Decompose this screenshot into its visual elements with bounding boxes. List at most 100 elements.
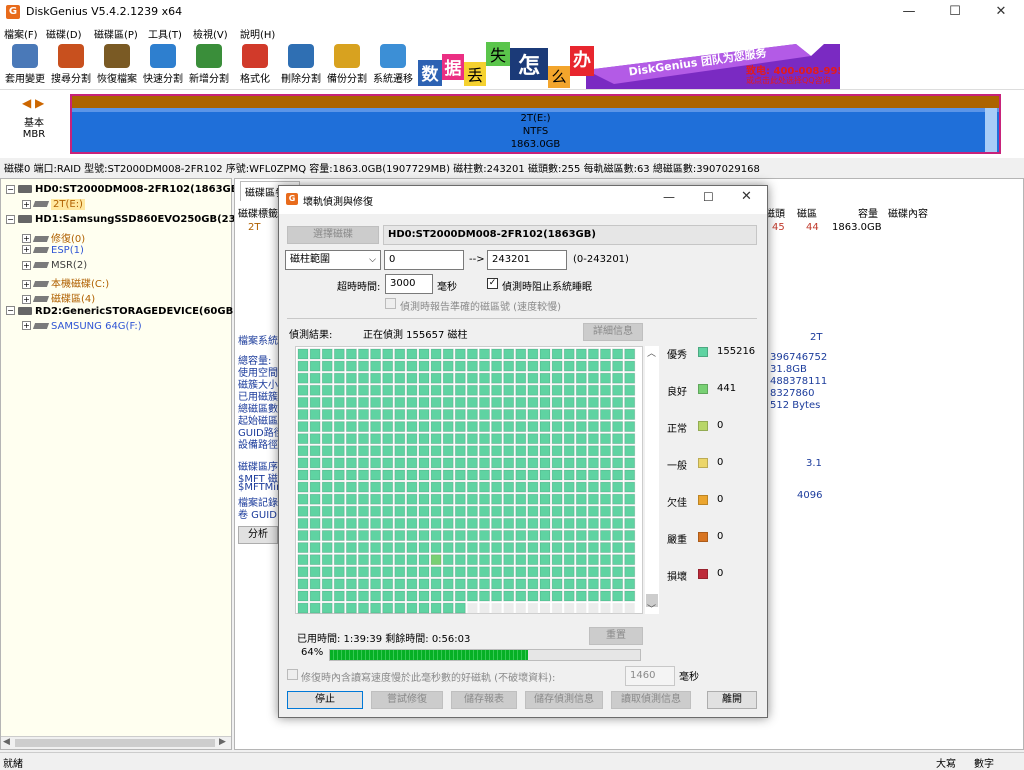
disk-nav-arrows[interactable]: ◀ ▶ (22, 96, 44, 110)
toolbar-button-new-partition[interactable]: 新增分割 (186, 44, 232, 88)
scanned-cell (382, 566, 394, 578)
grid-scrollbar[interactable]: ︿ ﹀ (645, 346, 659, 615)
toolbar-button-backup[interactable]: 備份分割 (324, 44, 370, 88)
toolbar-button-migrate[interactable]: 系統遷移 (370, 44, 416, 88)
pending-cell (479, 603, 490, 614)
partition-label: 2T(E:) NTFS 1863.0GB (510, 113, 561, 150)
promo-banner[interactable]: 数 据 丢 失 怎 么 办 DiskGenius 团队为您服务 致电: 400-… (416, 42, 840, 89)
save-scan-info-button[interactable]: 儲存偵測信息 (525, 691, 603, 709)
scanned-cell (394, 554, 406, 566)
legend-count: 441 (717, 383, 737, 394)
toolbar-button-recover[interactable]: 恢復檔案 (94, 44, 140, 88)
expand-icon[interactable]: + (22, 245, 31, 255)
tree-partition-node[interactable]: +2T(E:) (22, 199, 85, 211)
scanned-cell (297, 566, 309, 578)
try-repair-button[interactable]: 嘗試修復 (371, 691, 443, 709)
col-header-contents: 磁碟內容 (888, 209, 928, 220)
scanned-cell (575, 542, 587, 554)
report-precise-checkbox[interactable] (385, 298, 396, 309)
scanned-cell (479, 542, 490, 554)
partition-icon (32, 262, 50, 268)
scanned-cell (345, 360, 357, 372)
expand-icon[interactable]: + (22, 199, 31, 209)
dialog-maximize-button[interactable]: ☐ (703, 190, 714, 204)
scanned-cell (539, 566, 551, 578)
expand-icon[interactable]: + (22, 279, 31, 289)
scanned-cell (587, 590, 599, 602)
toolbar-button-format[interactable]: 格式化 (232, 44, 278, 88)
collapse-icon[interactable]: − (6, 184, 15, 194)
scanned-cell (382, 590, 394, 602)
scanned-cell (539, 578, 551, 590)
scanned-cell (418, 554, 430, 566)
close-window-button[interactable]: ✕ (978, 0, 1024, 24)
range-mode-select[interactable]: 磁柱範圍 ⌵ (285, 250, 381, 270)
range-from-input[interactable]: 0 (384, 250, 464, 270)
dialog-close-button[interactable]: ✕ (741, 189, 752, 204)
scanned-cell (297, 530, 309, 541)
scanned-cell (624, 566, 636, 578)
scanned-cell (358, 542, 369, 554)
scroll-down-icon[interactable]: ﹀ (647, 602, 656, 615)
scanned-cell (612, 457, 624, 469)
tree-partition-node[interactable]: + SAMSUNG 64G(F:) (22, 321, 142, 332)
menu-view[interactable]: 檢視(V) (193, 26, 228, 41)
tree-partition-node[interactable]: + MSR(2) (22, 260, 87, 271)
expand-icon[interactable]: + (22, 234, 31, 244)
collapse-icon[interactable]: − (6, 214, 15, 224)
status-text: 就緒 (3, 759, 23, 770)
scanned-cell (442, 433, 454, 445)
load-scan-info-button[interactable]: 讀取偵測信息 (611, 691, 691, 709)
timeout-input[interactable]: 3000 (385, 274, 433, 294)
scanned-cell (539, 493, 551, 505)
toolbar-button-delete-partition[interactable]: 刪除分割 (278, 44, 324, 88)
scanned-cell (418, 602, 430, 614)
reset-button[interactable]: 重置 (589, 627, 643, 645)
prevent-sleep-checkbox[interactable]: ✓ (487, 278, 498, 289)
scanned-cell (345, 505, 357, 517)
scanned-cell (539, 360, 551, 372)
range-to-input[interactable]: 243201 (487, 250, 567, 270)
scanned-cell (454, 409, 466, 420)
tree-disk-node[interactable]: − HD1:SamsungSSD860EVO250GB(233G (6, 214, 251, 225)
exit-button[interactable]: 離開 (707, 691, 757, 709)
tree-horizontal-scrollbar[interactable]: ◀ ▶ (1, 736, 231, 749)
scanned-cell (333, 542, 345, 554)
save-report-button[interactable]: 儲存報表 (451, 691, 517, 709)
tree-partition-node[interactable]: + ESP(1) (22, 245, 84, 256)
collapse-icon[interactable]: − (6, 306, 15, 316)
scanned-cell (418, 348, 430, 360)
scanned-cell (491, 457, 503, 469)
tree-disk-node[interactable]: − RD2:GenericSTORAGEDEVICE(60GB) (6, 306, 238, 317)
table-row-label[interactable]: 2T (248, 222, 260, 233)
tree-partition-node[interactable]: + 修復(0) (22, 230, 85, 245)
repair-slow-checkbox[interactable] (287, 669, 298, 680)
repair-ms-input[interactable]: 1460 (625, 666, 675, 686)
analyze-button[interactable]: 分析 (238, 526, 278, 544)
scanned-cell (624, 360, 636, 372)
select-disk-button[interactable]: 選擇磁碟 (287, 226, 379, 244)
details-button[interactable]: 詳細信息 (583, 323, 643, 341)
menu-help[interactable]: 說明(H) (240, 26, 275, 41)
menu-tools[interactable]: 工具(T) (148, 26, 182, 41)
timeout-label: 超時時間: (337, 282, 381, 293)
menu-disk[interactable]: 磁碟(D) (46, 26, 82, 41)
minimize-button[interactable]: — (886, 0, 932, 24)
scanned-cell (466, 421, 478, 433)
tree-partition-node[interactable]: + 磁碟區(4) (22, 290, 95, 305)
expand-icon[interactable]: + (22, 294, 31, 304)
toolbar-button-save[interactable]: 套用變更 (2, 44, 48, 88)
tree-partition-node[interactable]: + 本機磁碟(C:) (22, 275, 109, 290)
toolbar-button-search[interactable]: 搜尋分割 (48, 44, 94, 88)
dialog-minimize-button[interactable]: — (663, 190, 675, 204)
toolbar-label: 恢復檔案 (97, 74, 137, 85)
scroll-up-icon[interactable]: ︿ (647, 346, 656, 359)
expand-icon[interactable]: + (22, 321, 31, 331)
toolbar-button-quick-partition[interactable]: 快速分割 (140, 44, 186, 88)
menu-partition[interactable]: 磁碟區(P) (94, 26, 138, 41)
maximize-button[interactable]: ☐ (932, 0, 978, 24)
expand-icon[interactable]: + (22, 260, 31, 270)
tree-disk-node[interactable]: − HD0:ST2000DM008-2FR102(1863GB) (6, 184, 243, 195)
menu-file[interactable]: 檔案(F) (4, 26, 38, 41)
stop-button[interactable]: 停止 (287, 691, 363, 709)
